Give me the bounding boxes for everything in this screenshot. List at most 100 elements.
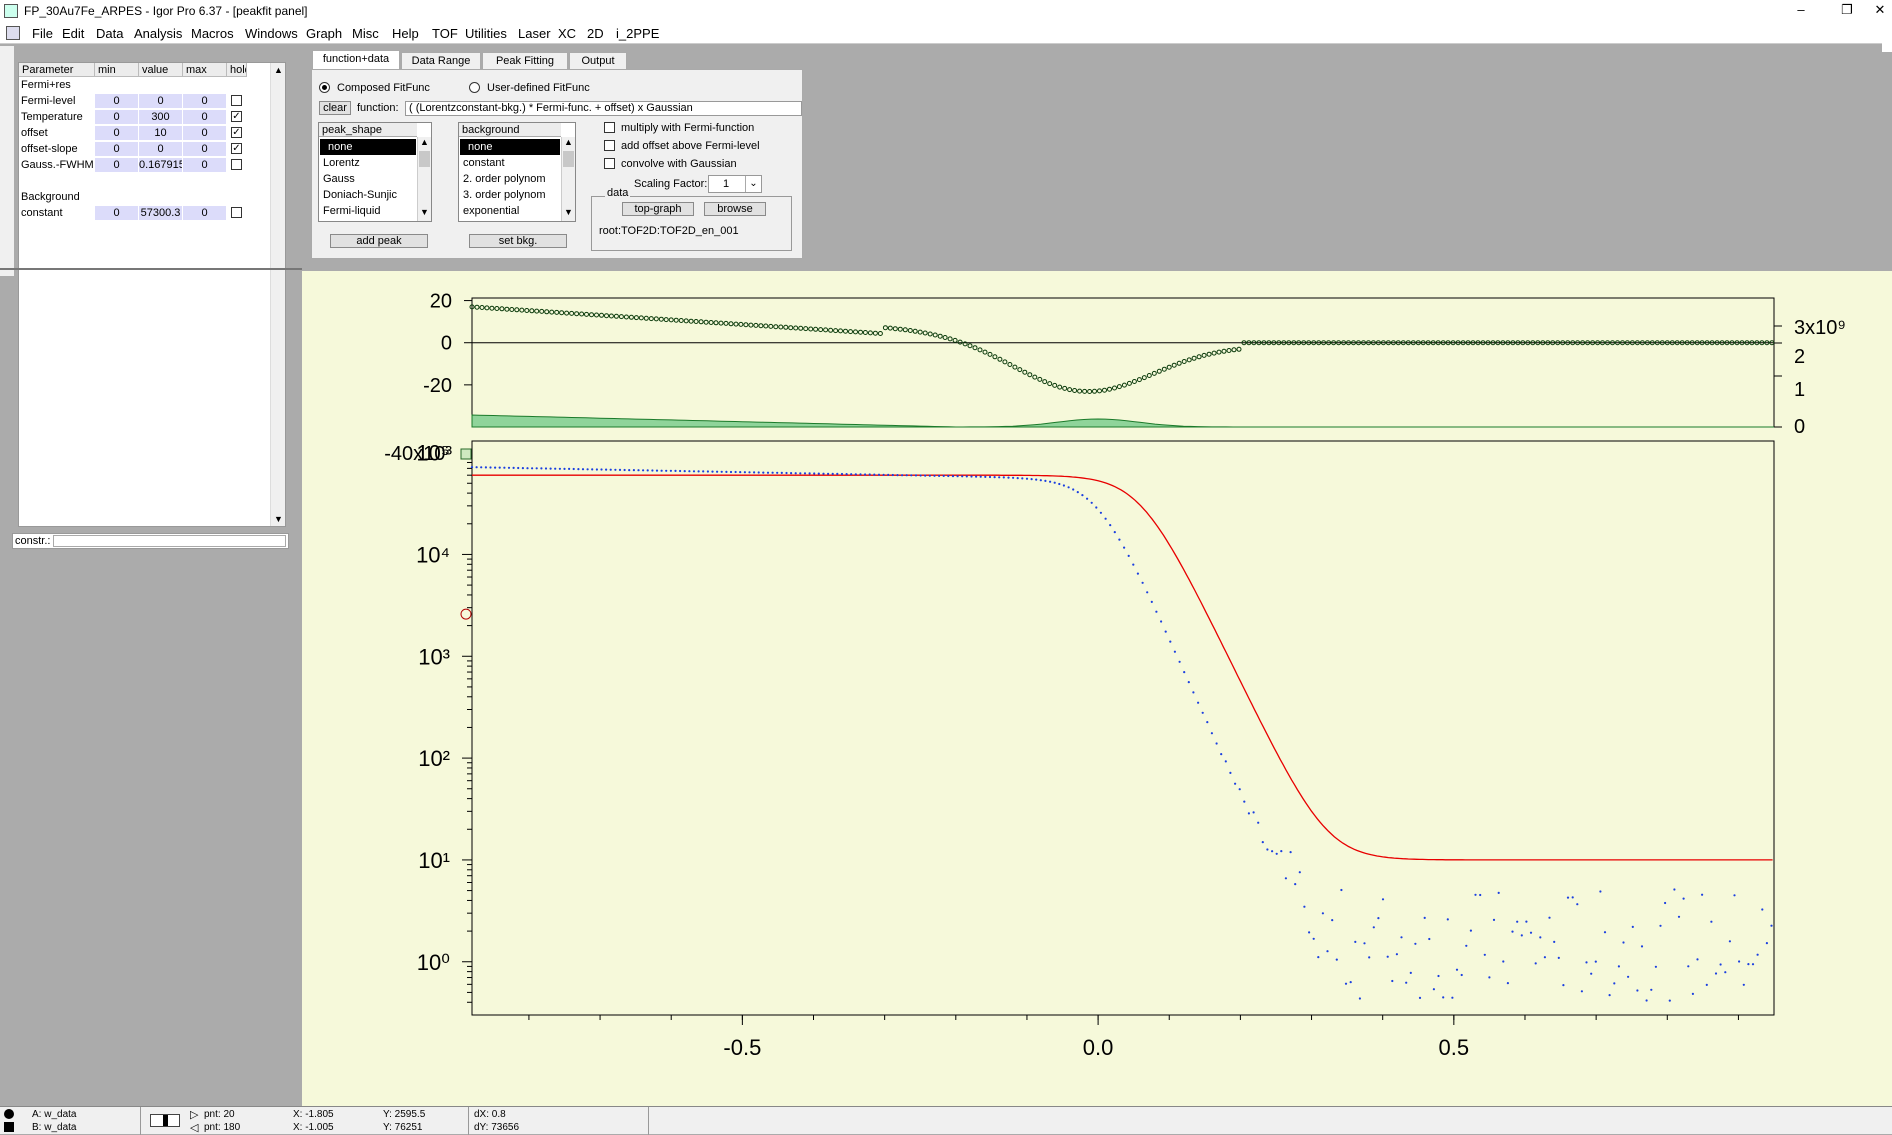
peak-item-lorentz[interactable]: Lorentz xyxy=(320,155,416,171)
background-list[interactable]: background none constant 2. order polyno… xyxy=(458,122,576,222)
restore-button[interactable]: ❐ xyxy=(1824,0,1870,22)
chevron-down-icon[interactable]: ▼ xyxy=(562,207,575,221)
bkg-item-none[interactable]: none xyxy=(460,139,560,155)
add-peak-button[interactable]: add peak xyxy=(330,234,428,248)
bkg-list-scrollbar[interactable]: ▲ ▼ xyxy=(561,137,575,221)
menu-xc[interactable]: XC xyxy=(558,26,576,41)
data-point xyxy=(1492,918,1496,922)
peak-item-gauss[interactable]: Gauss xyxy=(320,171,416,187)
param-value-field[interactable]: 0 xyxy=(139,142,182,156)
tab-output[interactable]: Output xyxy=(569,52,627,70)
cursor-slider[interactable] xyxy=(150,1114,180,1127)
hold-checkbox[interactable] xyxy=(231,159,242,170)
param-max-field[interactable]: 0 xyxy=(183,142,226,156)
param-max-field[interactable]: 0 xyxy=(183,158,226,172)
arrow-left-icon[interactable]: ◁ xyxy=(190,1121,198,1134)
composed-radio[interactable] xyxy=(319,82,330,93)
tab-function-data[interactable]: function+data xyxy=(312,50,400,70)
hold-checkbox[interactable]: ✓ xyxy=(231,111,242,122)
scroll-down-icon[interactable]: ▼ xyxy=(274,514,283,524)
hold-checkbox[interactable]: ✓ xyxy=(231,127,242,138)
arrow-right-icon[interactable]: ▷ xyxy=(190,1108,198,1121)
tab-peak-fitting[interactable]: Peak Fitting xyxy=(482,52,568,70)
hold-checkbox[interactable] xyxy=(231,95,242,106)
param-value-field[interactable]: 0 xyxy=(139,94,182,108)
scroll-thumb[interactable] xyxy=(563,151,574,167)
menu-macros[interactable]: Macros xyxy=(191,26,234,41)
param-min-field[interactable]: 0 xyxy=(95,158,138,172)
param-max-field[interactable]: 0 xyxy=(183,206,226,220)
chevron-down-icon[interactable]: ⌄ xyxy=(745,176,761,192)
top-graph-button[interactable]: top-graph xyxy=(622,202,694,216)
param-value-field[interactable]: 300 xyxy=(139,110,182,124)
clear-button[interactable]: clear xyxy=(319,101,351,115)
table-scrollbar[interactable]: ▲ ▼ xyxy=(270,63,285,526)
close-button[interactable]: ✕ xyxy=(1868,0,1892,22)
data-point xyxy=(1566,896,1570,899)
set-bkg-button[interactable]: set bkg. xyxy=(469,234,567,248)
data-point xyxy=(1280,850,1283,853)
param-min-field[interactable]: 0 xyxy=(95,142,138,156)
data-point xyxy=(642,469,645,472)
hold-checkbox[interactable] xyxy=(231,207,242,218)
parameter-table[interactable]: Parameter min value max hold Fermi+res Fe… xyxy=(18,62,286,527)
residual-y-tick: 0 xyxy=(441,333,452,355)
tab-data-range[interactable]: Data Range xyxy=(401,52,481,70)
param-min-field[interactable]: 0 xyxy=(95,94,138,108)
scroll-thumb[interactable] xyxy=(419,151,430,167)
pane-divider[interactable] xyxy=(0,268,302,270)
scroll-up-icon[interactable]: ▲ xyxy=(274,65,283,75)
graph-window[interactable]: 20 0 -20 -40x10³ 3x10⁹ 2 1 0 10⁵ 10⁴ 10³ 10² 10¹ 10⁰… xyxy=(302,271,1892,1106)
data-point xyxy=(1294,883,1297,886)
chevron-up-icon[interactable]: ▲ xyxy=(418,137,431,151)
param-value-field[interactable]: 57300.3 xyxy=(139,206,182,220)
peak-list-scrollbar[interactable]: ▲ ▼ xyxy=(417,137,431,221)
bkg-item-exponential[interactable]: exponential xyxy=(460,203,560,219)
document-icon[interactable] xyxy=(6,26,20,40)
bkg-item-constant[interactable]: constant xyxy=(460,155,560,171)
peak-item-none[interactable]: none xyxy=(320,139,416,155)
menu-utilities[interactable]: Utilities xyxy=(465,26,507,41)
param-min-field[interactable]: 0 xyxy=(95,110,138,124)
menu-edit[interactable]: Edit xyxy=(62,26,84,41)
chevron-down-icon[interactable]: ▼ xyxy=(418,207,431,221)
menu-graph[interactable]: Graph xyxy=(306,26,342,41)
menu-i2ppe[interactable]: i_2PPE xyxy=(616,26,659,41)
param-max-field[interactable]: 0 xyxy=(183,110,226,124)
bkg-item-3-order[interactable]: 3. order polynom xyxy=(460,187,560,203)
param-min-field[interactable]: 0 xyxy=(95,126,138,140)
menu-data[interactable]: Data xyxy=(96,26,123,41)
menu-laser[interactable]: Laser xyxy=(518,26,551,41)
function-field[interactable]: ( (Lorentzconstant-bkg.) * Fermi-func. +… xyxy=(405,101,802,116)
minimize-button[interactable]: – xyxy=(1778,0,1824,22)
peak-item-fermi-liquid[interactable]: Fermi-liquid xyxy=(320,203,416,219)
param-value-field[interactable]: 0.167915 xyxy=(139,158,182,172)
cursor-a-icon[interactable] xyxy=(4,1109,14,1119)
multiply-fermi-checkbox[interactable] xyxy=(604,122,615,133)
param-value-field[interactable]: 10 xyxy=(139,126,182,140)
menu-help[interactable]: Help xyxy=(392,26,419,41)
param-min-field[interactable]: 0 xyxy=(95,206,138,220)
chevron-up-icon[interactable]: ▲ xyxy=(562,137,575,151)
menu-windows[interactable]: Windows xyxy=(245,26,298,41)
convolve-gaussian-checkbox[interactable] xyxy=(604,158,615,169)
bkg-item-2-order[interactable]: 2. order polynom xyxy=(460,171,560,187)
constraints-input[interactable] xyxy=(53,535,286,547)
browse-button[interactable]: browse xyxy=(704,202,766,216)
param-max-field[interactable]: 0 xyxy=(183,126,226,140)
param-max-field[interactable]: 0 xyxy=(183,94,226,108)
menu-tof[interactable]: TOF xyxy=(432,26,458,41)
user-defined-radio[interactable] xyxy=(469,82,480,93)
residual-point xyxy=(858,329,863,335)
menu-2d[interactable]: 2D xyxy=(587,26,604,41)
menu-analysis[interactable]: Analysis xyxy=(134,26,182,41)
peak-item-doniach[interactable]: Doniach-Sunjic xyxy=(320,187,416,203)
cursor-b-icon[interactable] xyxy=(4,1122,14,1132)
hold-checkbox[interactable]: ✓ xyxy=(231,143,242,154)
peak-shape-list[interactable]: peak_shape none Lorentz Gauss Doniach-Su… xyxy=(318,122,432,222)
add-offset-checkbox[interactable] xyxy=(604,140,615,151)
fit-graph[interactable]: 200-20-40x10³3x10⁹210 10⁵10⁴10³10²10¹10⁰… xyxy=(302,271,1892,1106)
data-point xyxy=(1502,960,1505,963)
menu-misc[interactable]: Misc xyxy=(352,26,379,41)
menu-file[interactable]: File xyxy=(32,26,53,41)
